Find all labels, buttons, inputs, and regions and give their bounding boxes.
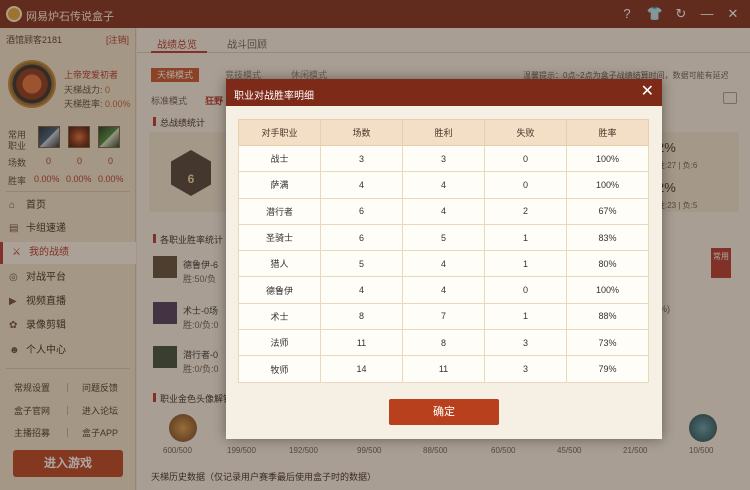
cell-games: 4	[320, 171, 403, 199]
cell-class: 战士	[238, 144, 321, 173]
cell-winrate: 100%	[566, 144, 649, 173]
cell-winrate: 79%	[566, 355, 649, 383]
header-opponent-class: 对手职业	[238, 119, 321, 146]
cell-wins: 4	[402, 197, 485, 225]
cell-wins: 11	[402, 355, 485, 383]
table-row: 萨满 4 4 0 100%	[238, 171, 649, 199]
table-row: 法师 11 8 3 73%	[238, 329, 649, 357]
cell-wins: 3	[402, 144, 485, 173]
cell-class: 法师	[238, 329, 321, 357]
cell-winrate: 83%	[566, 223, 649, 252]
table-row: 战士 3 3 0 100%	[238, 144, 649, 173]
cell-losses: 1	[484, 302, 567, 331]
cell-class: 牧师	[238, 355, 321, 383]
cell-wins: 7	[402, 302, 485, 331]
header-winrate: 胜率	[566, 119, 649, 146]
table-row: 猎人 5 4 1 80%	[238, 250, 649, 278]
cell-games: 4	[320, 276, 403, 304]
cell-losses: 3	[484, 329, 567, 357]
cell-wins: 5	[402, 223, 485, 252]
cell-wins: 8	[402, 329, 485, 357]
table-row: 牧师 14 11 3 79%	[238, 355, 649, 383]
cell-class: 猎人	[238, 250, 321, 278]
cell-games: 5	[320, 250, 403, 278]
confirm-button[interactable]: 确定	[389, 399, 499, 425]
cell-winrate: 73%	[566, 329, 649, 357]
cell-wins: 4	[402, 250, 485, 278]
cell-games: 14	[320, 355, 403, 383]
header-wins: 胜利	[402, 119, 485, 146]
cell-winrate: 80%	[566, 250, 649, 278]
cell-class: 德鲁伊	[238, 276, 321, 304]
cell-losses: 3	[484, 355, 567, 383]
cell-games: 8	[320, 302, 403, 331]
cell-games: 6	[320, 223, 403, 252]
cell-games: 6	[320, 197, 403, 225]
cell-games: 3	[320, 144, 403, 173]
table-row: 圣骑士 6 5 1 83%	[238, 223, 649, 252]
cell-games: 11	[320, 329, 403, 357]
dialog-header: 职业对战胜率明细 ✕	[226, 79, 662, 106]
cell-class: 术士	[238, 302, 321, 331]
cell-winrate: 88%	[566, 302, 649, 331]
cell-wins: 4	[402, 171, 485, 199]
cell-winrate: 67%	[566, 197, 649, 225]
cell-wins: 4	[402, 276, 485, 304]
table-header-row: 对手职业 场数 胜利 失败 胜率	[238, 119, 649, 146]
cell-losses: 1	[484, 250, 567, 278]
cell-class: 萨满	[238, 171, 321, 199]
cell-losses: 2	[484, 197, 567, 225]
winrate-dialog: 职业对战胜率明细 ✕ 对手职业 场数 胜利 失败 胜率 战士 3 3 0 100% 萨满…	[226, 79, 662, 439]
cell-losses: 0	[484, 276, 567, 304]
table-row: 潜行者 6 4 2 67%	[238, 197, 649, 225]
cell-winrate: 100%	[566, 171, 649, 199]
close-icon[interactable]: ✕	[641, 83, 654, 101]
cell-winrate: 100%	[566, 276, 649, 304]
cell-losses: 1	[484, 223, 567, 252]
cell-class: 潜行者	[238, 197, 321, 225]
header-losses: 失败	[484, 119, 567, 146]
dialog-title: 职业对战胜率明细	[234, 91, 314, 102]
winrate-table: 对手职业 场数 胜利 失败 胜率 战士 3 3 0 100% 萨满 4 4 0 100% 潜行者…	[238, 119, 649, 383]
header-games: 场数	[320, 119, 403, 146]
cell-class: 圣骑士	[238, 223, 321, 252]
cell-losses: 0	[484, 171, 567, 199]
table-row: 德鲁伊 4 4 0 100%	[238, 276, 649, 304]
table-row: 术士 8 7 1 88%	[238, 302, 649, 331]
cell-losses: 0	[484, 144, 567, 173]
